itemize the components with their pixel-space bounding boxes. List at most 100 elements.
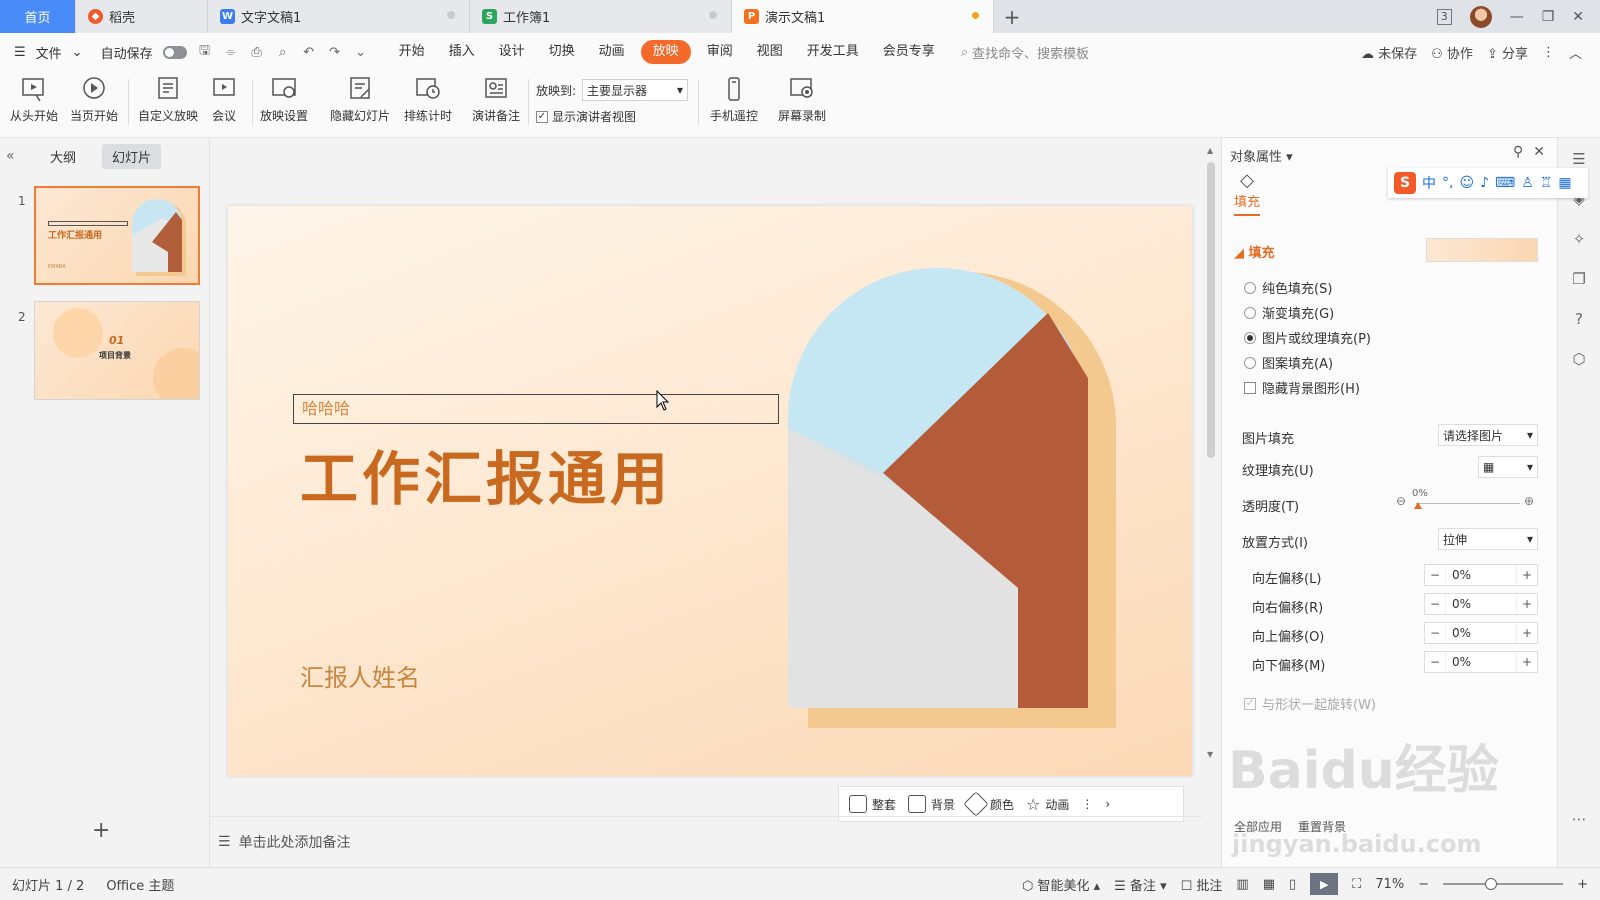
redo-icon[interactable]: ↷: [327, 44, 343, 60]
tab-member[interactable]: 会员专享: [871, 40, 947, 64]
microphone-icon[interactable]: ♪: [1480, 175, 1489, 191]
plus-button[interactable]: +: [1517, 626, 1537, 640]
slides-icon[interactable]: ❐: [1572, 270, 1585, 288]
slide-thumbnail-2[interactable]: 01 项目背景: [34, 301, 200, 400]
customize-icon[interactable]: ⌄: [353, 44, 369, 60]
minus-button[interactable]: −: [1425, 597, 1445, 611]
solid-fill-option[interactable]: 纯色填充(S): [1244, 278, 1332, 297]
close-icon[interactable]: ✕: [1572, 9, 1584, 25]
new-tab-button[interactable]: +: [994, 0, 1030, 33]
slide-thumbnail-1[interactable]: 工作汇报通用 EMABA: [34, 186, 200, 285]
file-menu[interactable]: 文件: [36, 43, 62, 62]
radio[interactable]: [1244, 281, 1256, 294]
zoom-knob[interactable]: [1485, 878, 1498, 890]
fill-section-header[interactable]: ◢ 填充: [1234, 242, 1275, 261]
offset-right-stepper[interactable]: −0% +: [1424, 593, 1538, 615]
rotate-with-shape-option[interactable]: ✓ 与形状一起旋转(W): [1244, 694, 1376, 713]
slide-subtitle[interactable]: 汇报人姓名: [300, 658, 420, 693]
presenter-view-option[interactable]: ✓ 显示演讲者视图: [536, 108, 636, 125]
picture-fill-select[interactable]: 请选择图片 ▾: [1438, 424, 1538, 446]
minus-button[interactable]: −: [1425, 626, 1445, 640]
print-preview-icon[interactable]: ⌕: [275, 44, 291, 60]
vertical-scrollbar[interactable]: ▲ ▼: [1204, 146, 1218, 856]
more-icon[interactable]: ⋮: [1542, 45, 1555, 60]
keyboard-icon[interactable]: ⌨: [1495, 175, 1515, 191]
placement-select[interactable]: 拉伸 ▾: [1438, 528, 1538, 550]
plus-icon[interactable]: ⊕: [1524, 494, 1534, 508]
add-slide-button[interactable]: +: [92, 818, 110, 843]
minus-icon[interactable]: ⊖: [1396, 494, 1406, 508]
tab-start[interactable]: 开始: [387, 40, 437, 64]
close-panel-icon[interactable]: ✕: [1533, 144, 1545, 160]
slide-title[interactable]: 工作汇报通用: [300, 432, 672, 516]
current-slide[interactable]: 哈哈哈 工作汇报通用 汇报人姓名: [228, 206, 1192, 776]
fill-preview-dropdown[interactable]: [1426, 238, 1538, 262]
offset-value[interactable]: 0%: [1445, 594, 1517, 614]
smart-beautify-button[interactable]: ⬡ 智能美化 ▴: [1022, 875, 1100, 894]
minus-button[interactable]: −: [1425, 568, 1445, 582]
radio[interactable]: [1244, 356, 1256, 369]
star-icon[interactable]: ✧: [1573, 230, 1586, 248]
rehearse-button[interactable]: 排练计时: [404, 75, 452, 124]
tab-close-icon[interactable]: [709, 11, 717, 19]
custom-show-button[interactable]: 自定义放映: [138, 75, 198, 124]
animation-button[interactable]: ☆ 动画: [1026, 795, 1069, 814]
offset-value[interactable]: 0%: [1445, 565, 1517, 585]
offset-bottom-stepper[interactable]: −0% +: [1424, 651, 1538, 673]
tab-word-doc[interactable]: W 文字文稿1: [208, 0, 470, 33]
sogou-s-icon[interactable]: S: [1394, 172, 1416, 194]
offset-top-stepper[interactable]: −0% +: [1424, 622, 1538, 644]
window-count-badge[interactable]: 3: [1436, 8, 1452, 25]
minimize-icon[interactable]: —: [1510, 9, 1524, 25]
radio-checked[interactable]: [1244, 331, 1256, 344]
box-icon[interactable]: ⬡: [1572, 350, 1585, 368]
arch-building-image[interactable]: [788, 258, 1126, 730]
hamburger-icon[interactable]: ☰: [14, 45, 26, 60]
notes-toggle-button[interactable]: ☰ 备注 ▾: [1114, 875, 1166, 894]
tab-review[interactable]: 审阅: [695, 40, 745, 64]
tab-home[interactable]: 首页: [0, 0, 76, 33]
command-search[interactable]: ⌕ 查找命令、搜索模板: [961, 43, 1089, 62]
fit-button[interactable]: 整套: [849, 795, 896, 813]
tab-close-icon[interactable]: [447, 11, 455, 19]
normal-view-icon[interactable]: ▥: [1236, 877, 1248, 892]
tab-insert[interactable]: 插入: [437, 40, 487, 64]
phone-remote-button[interactable]: 手机遥控: [710, 75, 758, 124]
tab-workbook[interactable]: S 工作簿1: [470, 0, 732, 33]
menu-lines-icon[interactable]: ☰: [1572, 150, 1585, 168]
tab-daoke[interactable]: ◆ 稻壳: [76, 0, 208, 33]
background-button[interactable]: 背景: [908, 795, 955, 813]
print-icon[interactable]: ⎙: [249, 44, 265, 60]
from-start-button[interactable]: 从头开始: [10, 75, 58, 124]
tab-fill[interactable]: ◇ 填充: [1234, 170, 1260, 216]
tab-developer[interactable]: 开发工具: [795, 40, 871, 64]
zoom-out-icon[interactable]: −: [1418, 877, 1429, 892]
screen-record-button[interactable]: 屏幕录制: [778, 75, 826, 124]
save-icon[interactable]: 🖫: [197, 43, 213, 60]
zoom-slider[interactable]: [1443, 878, 1564, 890]
tab-slideshow[interactable]: 放映: [640, 40, 691, 64]
minus-button[interactable]: −: [1425, 655, 1445, 669]
ime-punctuation-icon[interactable]: °,: [1442, 175, 1453, 191]
reading-view-icon[interactable]: ▯: [1289, 877, 1296, 892]
hide-slide-button[interactable]: 隐藏幻灯片: [330, 75, 390, 124]
plus-button[interactable]: +: [1517, 568, 1537, 582]
hide-bg-graphics-option[interactable]: 隐藏背景图形(H): [1244, 378, 1360, 397]
scroll-down-icon[interactable]: ▼: [1207, 750, 1213, 759]
radio[interactable]: [1244, 306, 1256, 319]
more-icon[interactable]: ⋮: [1081, 797, 1093, 811]
cloud-save-button[interactable]: ☁ 未保存: [1361, 43, 1417, 62]
play-slideshow-button[interactable]: ▶: [1310, 873, 1339, 895]
collapse-panel-icon[interactable]: «: [6, 148, 24, 164]
tab-slides[interactable]: 幻灯片: [102, 143, 162, 169]
user-icon[interactable]: ♙: [1521, 175, 1534, 191]
slider-thumb[interactable]: [1414, 502, 1422, 509]
autosave-toggle[interactable]: [162, 45, 187, 59]
share-button[interactable]: ⇪ 分享: [1487, 43, 1528, 62]
zoom-level[interactable]: 71%: [1375, 877, 1404, 892]
notes-bar[interactable]: ☰ 单击此处添加备注: [210, 816, 1202, 867]
speaker-notes-button[interactable]: 演讲备注: [472, 75, 520, 124]
avatar[interactable]: [1469, 5, 1492, 28]
scrollbar-thumb[interactable]: [1207, 162, 1215, 458]
tab-outline[interactable]: 大纲: [40, 144, 86, 169]
